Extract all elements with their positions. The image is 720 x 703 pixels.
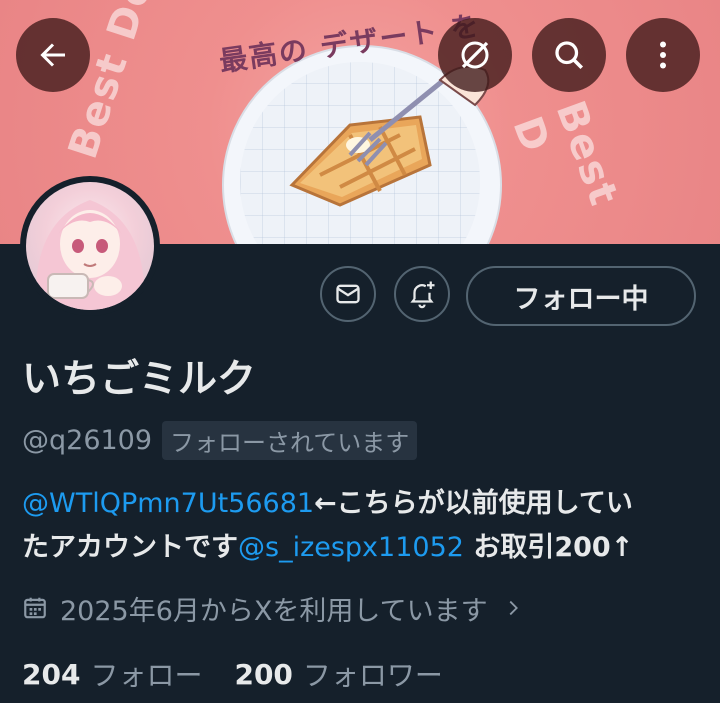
grok-icon	[461, 41, 489, 69]
more-vertical-icon	[660, 41, 666, 69]
avatar[interactable]	[20, 176, 160, 316]
envelope-icon	[336, 284, 360, 304]
followers-label[interactable]: フォロワー	[303, 654, 443, 694]
handle: @q26109	[22, 424, 153, 456]
banner-ring-text-right: Best D	[503, 95, 628, 213]
search-button[interactable]	[532, 18, 606, 92]
bell-plus-icon	[410, 281, 435, 309]
message-button[interactable]	[320, 266, 376, 322]
following-label[interactable]: フォロー	[90, 654, 202, 694]
notifications-button[interactable]	[394, 266, 450, 322]
follows-you-badge: フォローされています	[162, 420, 418, 460]
more-button[interactable]	[626, 18, 700, 92]
avatar-image	[26, 182, 154, 310]
following-count[interactable]: 204	[22, 658, 80, 691]
grok-button[interactable]	[438, 18, 512, 92]
chevron-right-icon	[509, 600, 518, 616]
arrow-left-icon	[40, 43, 65, 67]
bio-text: お取引200↑	[463, 532, 634, 563]
joined-date-row[interactable]: 2025年6月からXを利用しています	[22, 588, 524, 628]
calendar-icon	[24, 597, 46, 619]
handle-row: @q26109 フォローされています	[22, 420, 418, 460]
following-button[interactable]: フォロー中	[466, 266, 696, 326]
bio-text: ←こちらが以前使用してい	[314, 488, 633, 519]
joined-date-text: 2025年6月からXを利用しています	[60, 595, 488, 627]
search-icon	[555, 41, 584, 70]
bio-mention-link[interactable]: @s_izespx11052	[238, 532, 464, 563]
bio-text: たアカウントです	[22, 532, 238, 563]
display-name: いちごミルク	[22, 357, 257, 402]
bio-mention-link[interactable]: @WTlQPmn7Ut56681	[22, 488, 314, 519]
follow-stats: 204 フォロー 200 フォロワー	[22, 652, 475, 696]
back-button[interactable]	[16, 18, 90, 92]
followers-count[interactable]: 200	[234, 658, 292, 691]
bio: @WTlQPmn7Ut56681←こちらが以前使用してい たアカウントです@s_…	[22, 482, 702, 570]
